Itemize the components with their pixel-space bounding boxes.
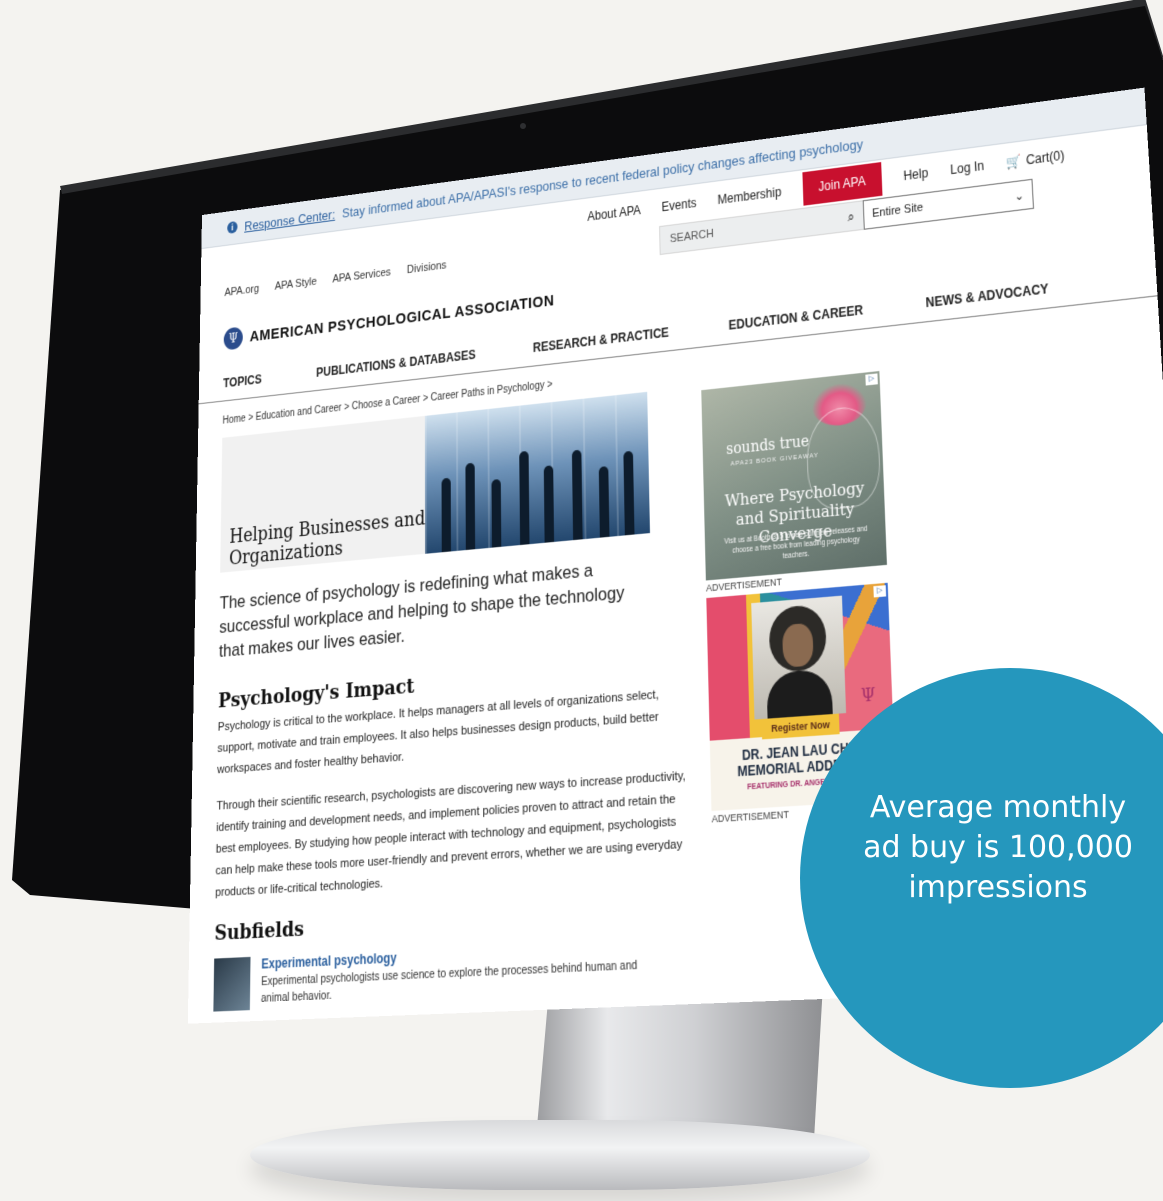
stat-callout-text: Average monthly ad buy is 100,000 impres… (848, 788, 1148, 908)
search-icon[interactable]: ⌕ (847, 208, 854, 225)
adchoices-icon[interactable]: ▷ (873, 585, 886, 597)
nav-topics[interactable]: TOPICS (223, 372, 262, 390)
search-placeholder: SEARCH (670, 228, 714, 246)
search-scope-value: Entire Site (872, 201, 923, 220)
subfields-heading: Subfields (214, 917, 304, 946)
site-link-divisions[interactable]: Divisions (407, 259, 447, 276)
silhouette (465, 463, 475, 550)
impact-paragraph-2: Through their scientific research, psych… (215, 765, 691, 904)
cart-icon: 🛒 (1006, 153, 1022, 170)
help-link[interactable]: Help (903, 165, 928, 183)
nav-education[interactable]: EDUCATION & CAREER (728, 303, 863, 333)
chevron-down-icon: ⌄ (1014, 188, 1024, 203)
silhouette (519, 451, 529, 545)
info-icon: i (227, 221, 237, 234)
silhouette (599, 466, 610, 538)
intro-text: The science of psychology is redefining … (219, 552, 656, 663)
camera-dot (520, 123, 526, 129)
response-center-link[interactable]: Response Center: (244, 206, 335, 233)
hero-photo (425, 392, 650, 554)
utility-link-events[interactable]: Events (661, 196, 696, 215)
cart-link[interactable]: 🛒 Cart(0) (1006, 148, 1065, 170)
nav-research[interactable]: RESEARCH & PRACTICE (533, 325, 669, 355)
adchoices-icon[interactable]: ▷ (865, 373, 878, 385)
apa-logo-icon: Ψ (861, 684, 876, 707)
cart-label: Cart(0) (1026, 148, 1065, 168)
monitor-scene: ● i Response Center: Stay informed about… (0, 0, 1163, 1201)
register-now-button[interactable]: Register Now (762, 714, 840, 740)
utility-link-membership[interactable]: Membership (717, 185, 781, 208)
silhouette (623, 451, 634, 536)
apa-logo-icon: Ψ (224, 326, 243, 350)
login-link[interactable]: Log In (950, 158, 985, 177)
silhouette (544, 465, 554, 543)
nav-news[interactable]: NEWS & ADVOCACY (925, 281, 1049, 310)
ad2-label: ADVERTISEMENT (712, 809, 790, 825)
site-link-apa[interactable]: APA.org (224, 283, 259, 299)
silhouette (572, 450, 583, 540)
site-link-services[interactable]: APA Services (332, 266, 390, 285)
silhouette (442, 478, 451, 553)
ad-sounds-true[interactable]: sounds true APA23 BOOK GIVEAWAY Where Ps… (701, 371, 887, 580)
silhouette (491, 479, 501, 548)
subfield-thumbnail[interactable] (213, 957, 250, 1012)
utility-link-about[interactable]: About APA (587, 203, 641, 224)
site-link-style[interactable]: APA Style (275, 276, 317, 293)
page-title: Helping Businesses and Organizations (229, 507, 427, 570)
monitor-stand-base (250, 1120, 870, 1190)
